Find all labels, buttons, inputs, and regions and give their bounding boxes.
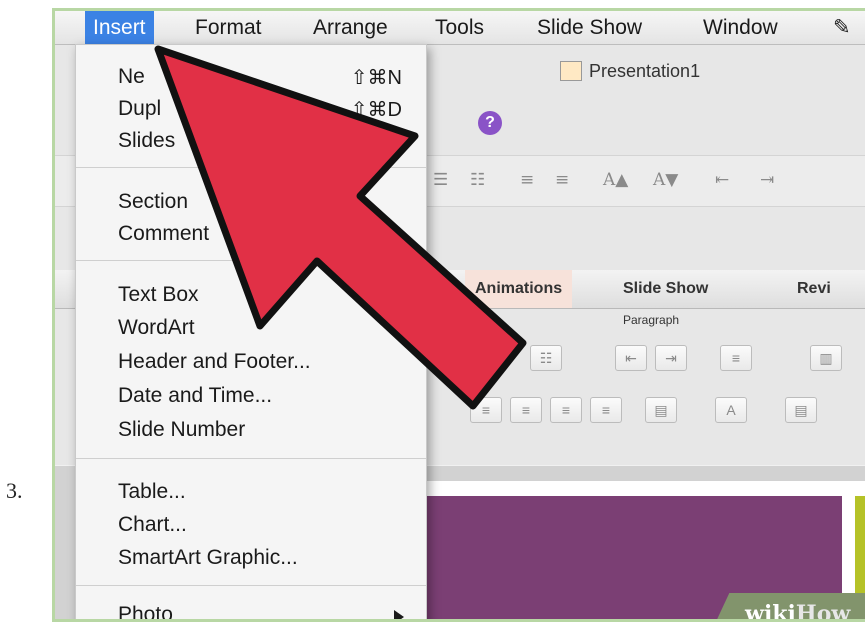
pointer-arrow-icon <box>154 45 527 410</box>
step-number: 3. <box>6 478 23 503</box>
screenshot-frame: Presentation1 ? ☰ ☷ ≡ ≡ A▲ A▼ ⇤ ⇥ Animat… <box>52 8 865 622</box>
